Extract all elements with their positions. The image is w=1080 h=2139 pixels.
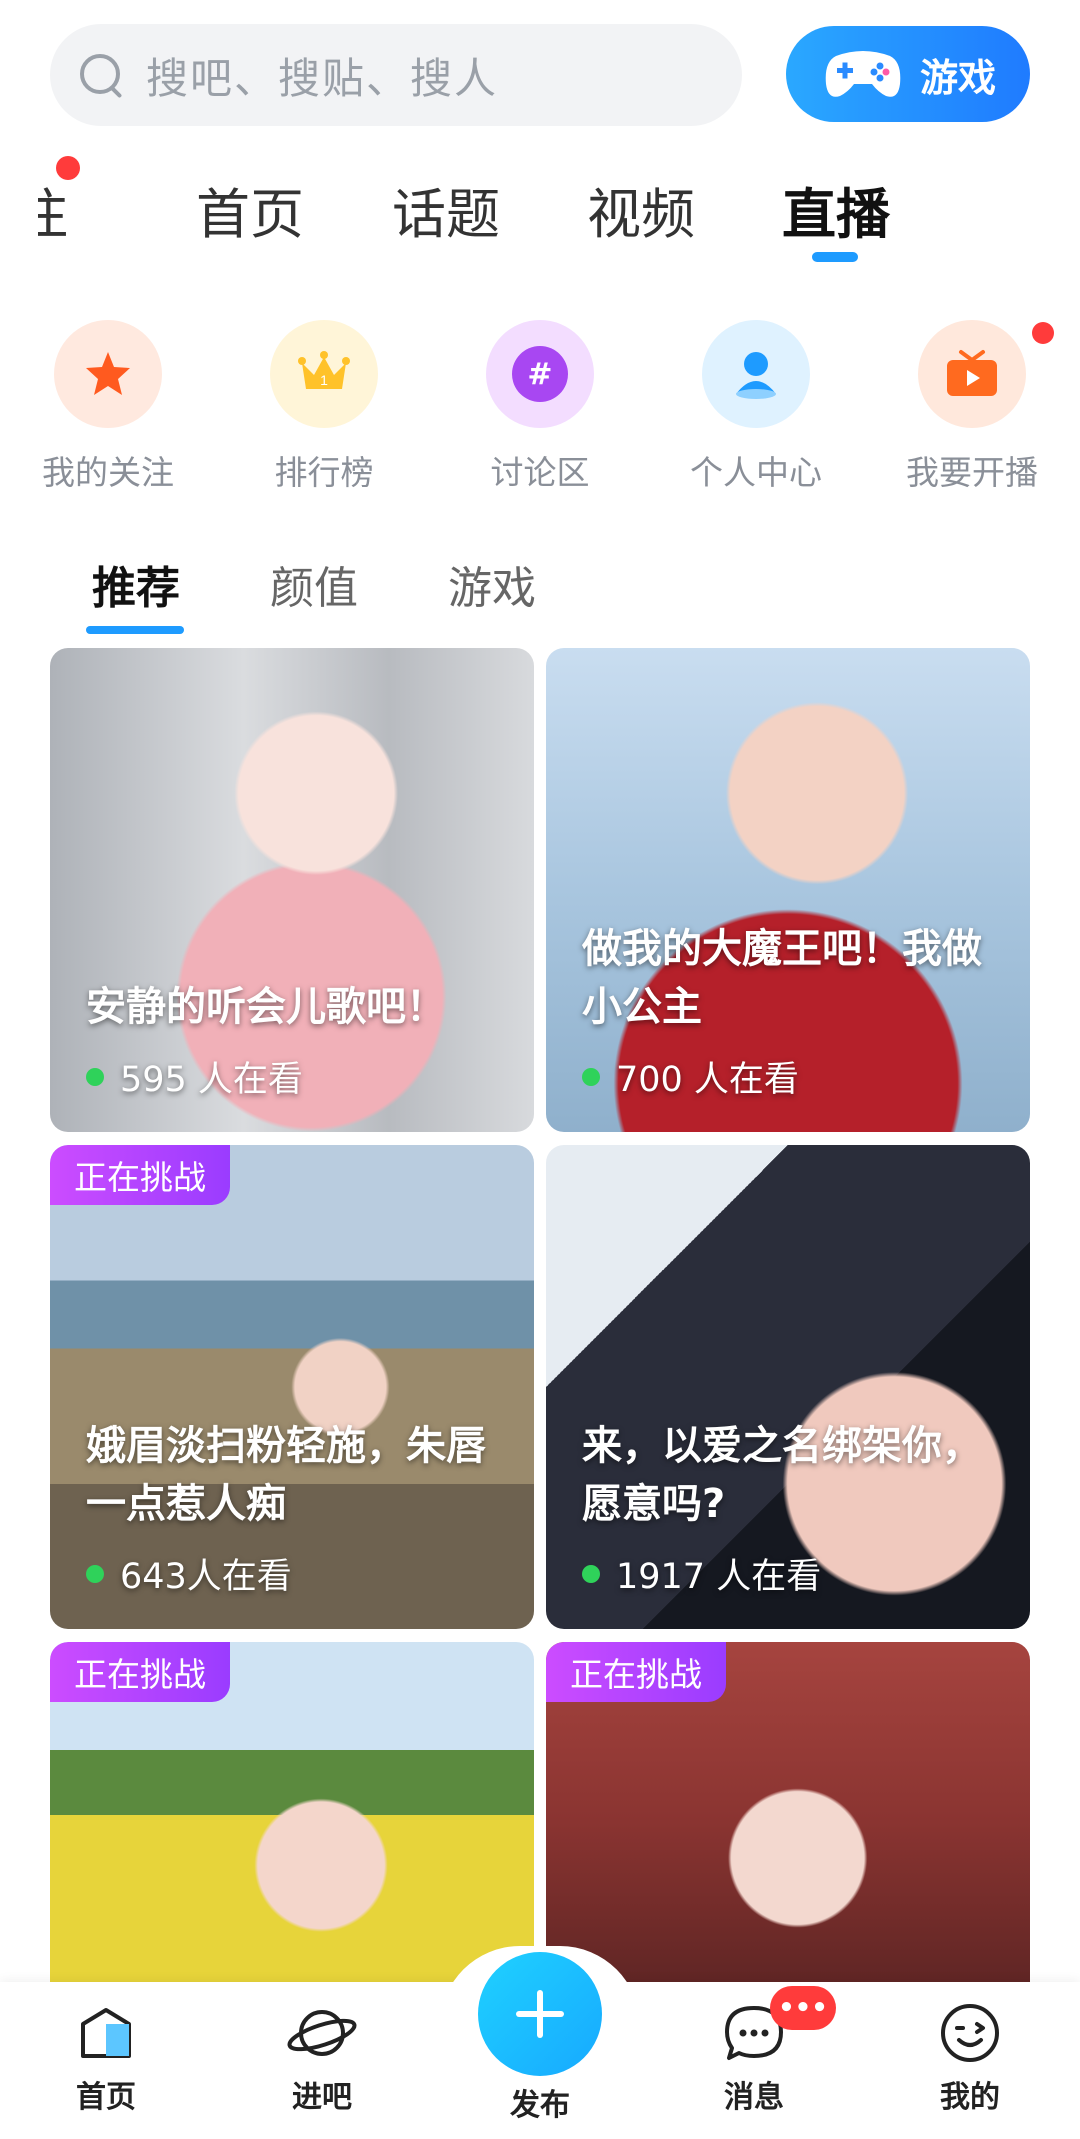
shortcut-label: 排行榜 (274, 453, 374, 492)
notification-dot (1032, 322, 1054, 344)
active-subtab-indicator (86, 626, 184, 634)
shortcut-label: 我的关注 (42, 453, 174, 492)
star-icon (54, 320, 162, 428)
tab-live[interactable]: 直播 (782, 170, 890, 249)
svg-text:#: # (527, 357, 552, 392)
publish-label: 发布 (510, 2088, 570, 2123)
shortcut-my-follows[interactable]: 我的关注 (18, 320, 198, 494)
nav-explore-label: 进吧 (292, 2080, 352, 2115)
crown-icon: 1 (270, 320, 378, 428)
nav-messages-label: 消息 (724, 2080, 784, 2115)
card-title: 来，以爱之名绑架你，愿意吗? (582, 1423, 982, 1527)
user-icon (702, 320, 810, 428)
search-icon (78, 52, 124, 98)
challenge-tag: 正在挑战 (546, 1642, 726, 1702)
shortcut-label: 讨论区 (490, 453, 590, 492)
notification-dot (56, 156, 80, 180)
gamepad-icon (822, 46, 904, 102)
viewer-count: 1917 人在看 (582, 1548, 821, 1599)
viewer-count-text: 595 人在看 (120, 1060, 303, 1100)
viewer-count-text: 1917 人在看 (616, 1557, 822, 1597)
live-dot-icon (86, 1564, 104, 1583)
tab-follow[interactable]: 注 (38, 156, 80, 249)
subtab-looks[interactable]: 颜值 (270, 552, 358, 616)
card-title: 娥眉淡扫粉轻施，朱唇一点惹人痴 (86, 1423, 486, 1527)
shortcut-go-live[interactable]: 我要开播 (882, 320, 1062, 494)
home-icon (81, 2008, 131, 2058)
live-dot-icon (582, 1067, 600, 1086)
shortcut-label: 个人中心 (690, 453, 822, 492)
challenge-tag: 正在挑战 (50, 1145, 230, 1205)
search-placeholder: 搜吧、搜贴、搜人 (146, 53, 499, 103)
nav-mine[interactable]: 我的 (890, 2002, 1050, 2116)
search-bar[interactable]: 搜吧、搜贴、搜人 (50, 24, 742, 126)
live-card[interactable]: 来，以爱之名绑架你，愿意吗? 1917 人在看 (546, 1145, 1030, 1629)
tv-icon (918, 320, 1026, 428)
viewer-count: 595 人在看 (86, 1051, 303, 1102)
viewer-count-text: 643人在看 (120, 1557, 292, 1597)
shortcut-ranking[interactable]: 1 排行榜 (234, 320, 414, 494)
nav-mine-label: 我的 (940, 2080, 1000, 2115)
smiley-icon (941, 2004, 999, 2062)
viewer-count: 643人在看 (86, 1548, 292, 1599)
live-card[interactable]: 安静的听会儿歌吧！ 595 人在看 (50, 648, 534, 1132)
nav-explore[interactable]: 进吧 (242, 2002, 402, 2116)
live-dot-icon (582, 1564, 600, 1583)
game-button-label: 游戏 (920, 55, 997, 100)
game-button[interactable]: 游戏 (786, 26, 1030, 122)
message-badge: ••• (770, 1986, 836, 2030)
viewer-count: 700 人在看 (582, 1051, 799, 1102)
svg-text:1: 1 (320, 372, 328, 388)
tab-topics[interactable]: 话题 (392, 170, 500, 249)
live-card[interactable]: 正在挑战 娥眉淡扫粉轻施，朱唇一点惹人痴 643人在看 (50, 1145, 534, 1629)
subtab-recommend[interactable]: 推荐 (92, 552, 180, 616)
top-tabs: 注 首页 话题 视频 直播 (0, 156, 1080, 270)
nav-home[interactable]: 首页 (26, 2002, 186, 2116)
shortcut-discussion[interactable]: # 讨论区 (450, 320, 630, 494)
card-title: 安静的听会儿歌吧！ (86, 984, 446, 1030)
tab-follow-label: 注 (38, 183, 68, 246)
shortcut-label: 我要开播 (906, 453, 1038, 492)
subtab-games[interactable]: 游戏 (448, 552, 536, 616)
live-card[interactable]: 正在挑战 (50, 1642, 534, 2002)
active-tab-indicator (812, 252, 858, 262)
tab-video[interactable]: 视频 (587, 170, 695, 249)
publish-button[interactable] (478, 1952, 602, 2076)
live-card[interactable]: 正在挑战 (546, 1642, 1030, 2002)
shortcut-profile[interactable]: 个人中心 (666, 320, 846, 494)
hashtag-icon: # (486, 320, 594, 428)
message-badge-text: ••• (778, 1993, 828, 2023)
plus-icon (516, 1990, 564, 2038)
viewer-count-text: 700 人在看 (616, 1060, 799, 1100)
card-title: 做我的大魔王吧！我做小公主 (582, 926, 982, 1030)
nav-home-label: 首页 (76, 2080, 136, 2115)
tab-home[interactable]: 首页 (196, 170, 304, 249)
live-card[interactable]: 做我的大魔王吧！我做小公主 700 人在看 (546, 648, 1030, 1132)
planet-icon (287, 2010, 357, 2056)
live-dot-icon (86, 1067, 104, 1086)
challenge-tag: 正在挑战 (50, 1642, 230, 1702)
